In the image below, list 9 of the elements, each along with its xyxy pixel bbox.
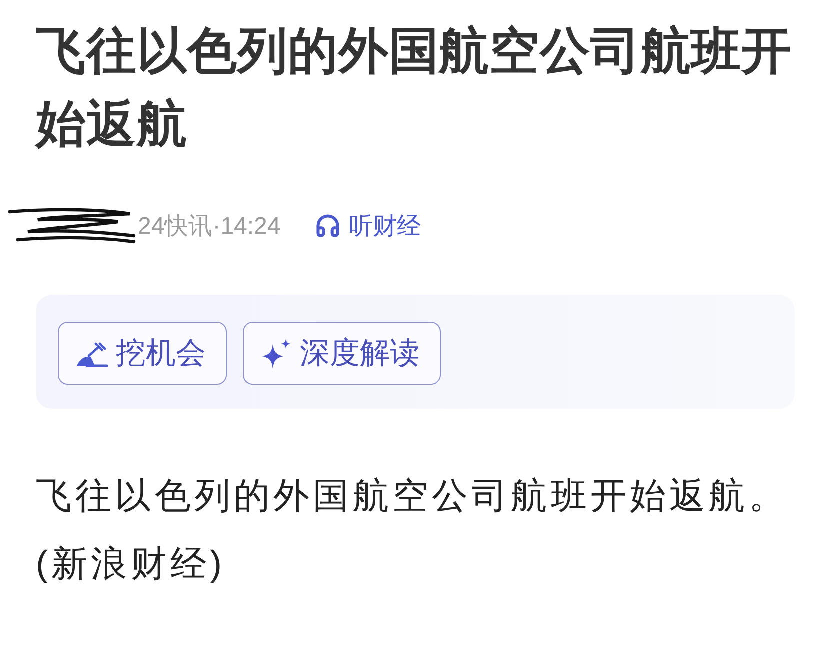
article-headline: 飞往以色列的外国航空公司航班开始返航 (36, 22, 793, 154)
source-time: 24快讯·14:24 (138, 212, 281, 242)
listen-link[interactable]: 听财经 (314, 210, 421, 242)
shovel-icon (76, 340, 108, 366)
headphones-icon (314, 213, 341, 239)
article-body: 飞往以色列的外国航空公司航班开始返航。(新浪财经) (36, 474, 790, 586)
action-button[interactable]: 挖机会 (58, 322, 227, 385)
sparkle-icon (261, 338, 292, 368)
action-button[interactable]: 深度解读 (243, 322, 441, 385)
